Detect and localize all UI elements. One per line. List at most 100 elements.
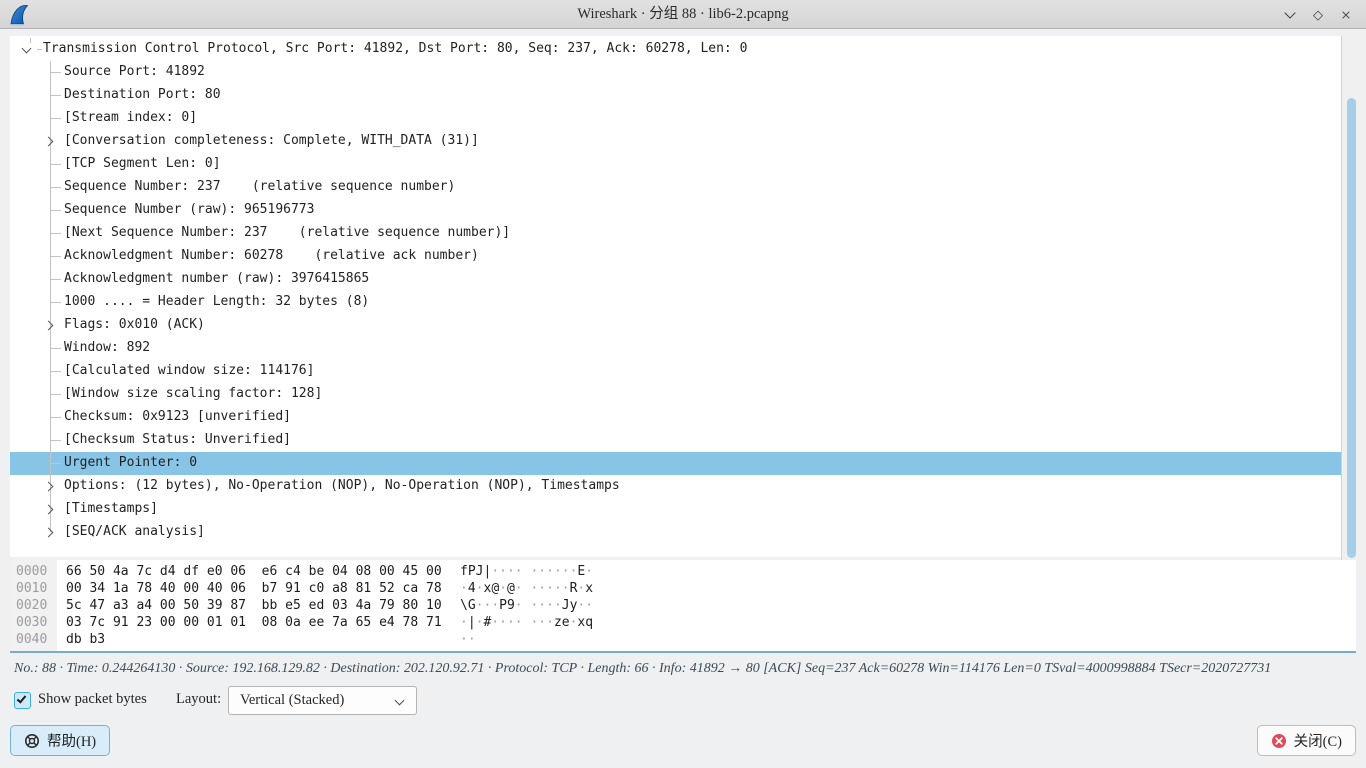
- hex-bytes: 66 50 4a 7c d4 df e0 06 e6 c4 be 04 08 0…: [66, 564, 442, 579]
- tree-row[interactable]: Acknowledgment number (raw): 3976415865: [10, 268, 1341, 291]
- tree-row-label: Destination Port: 80: [64, 87, 221, 102]
- close-button-label: 关闭(C): [1294, 730, 1342, 751]
- tree-row-label: Window: 892: [64, 340, 150, 355]
- hex-row[interactable]: 0030 03 7c 91 23 00 00 01 01 08 0a ee 7a …: [10, 615, 1356, 632]
- tree-guide-line: [50, 394, 61, 395]
- tree-row[interactable]: Acknowledgment Number: 60278 (relative a…: [10, 245, 1341, 268]
- tree-row-label: Sequence Number: 237 (relative sequence …: [64, 179, 455, 194]
- tree-row-label: Options: (12 bytes), No-Operation (NOP),…: [64, 478, 620, 493]
- tree-row-label: [Stream index: 0]: [64, 110, 197, 125]
- tree-guide-line: [50, 440, 61, 441]
- tree-row[interactable]: 1000 .... = Header Length: 32 bytes (8): [10, 291, 1341, 314]
- close-circle-icon: [1271, 733, 1287, 749]
- tree-guide-line: [50, 164, 61, 165]
- tree-row[interactable]: Flags: 0x010 (ACK): [10, 314, 1341, 337]
- tree-guide-line: [50, 118, 61, 119]
- hex-row[interactable]: 0040db b3··: [10, 632, 1356, 649]
- tree-row-label: [Calculated window size: 114176]: [64, 363, 314, 378]
- hex-offset: 0030: [16, 615, 47, 630]
- tree-row[interactable]: Window: 892: [10, 337, 1341, 360]
- tree-row-label: [Checksum Status: Unverified]: [64, 432, 291, 447]
- show-packet-bytes-checkbox[interactable]: [14, 692, 31, 709]
- help-button[interactable]: 帮助(H): [10, 725, 110, 756]
- tree-guide-line: [50, 256, 61, 257]
- hex-offset: 0000: [16, 564, 47, 579]
- tree-row-label: Checksum: 0x9123 [unverified]: [64, 409, 291, 424]
- hex-row[interactable]: 0000 66 50 4a 7c d4 df e0 06 e6 c4 be 04 …: [10, 564, 1356, 581]
- tree-row[interactable]: [Stream index: 0]: [10, 107, 1341, 130]
- hex-row[interactable]: 0010 00 34 1a 78 40 00 40 06 b7 91 c0 a8 …: [10, 581, 1356, 598]
- checkmark-icon: [17, 693, 27, 703]
- tree-row[interactable]: Sequence Number (raw): 965196773: [10, 199, 1341, 222]
- layout-select[interactable]: Vertical (Stacked): [228, 686, 417, 715]
- hex-offset: 0020: [16, 598, 47, 613]
- tree-guide-line: [50, 417, 61, 418]
- tree-row-label: Source Port: 41892: [64, 64, 205, 79]
- tree-row-label: [Next Sequence Number: 237 (relative seq…: [64, 225, 510, 240]
- scrollbar[interactable]: [1341, 36, 1366, 570]
- expander-closed-icon[interactable]: [44, 482, 54, 492]
- packet-dialog-window: Wireshark · 分组 88 · lib6-2.pcapng ◇ × Tr…: [0, 0, 1366, 768]
- tree-guide-line: [50, 348, 61, 349]
- tree-row[interactable]: Source Port: 41892: [10, 61, 1341, 84]
- tree-row[interactable]: Urgent Pointer: 0: [10, 452, 1341, 475]
- packet-detail-tree: Transmission Control Protocol, Src Port:…: [10, 36, 1341, 557]
- tree-guide-line: [50, 187, 61, 188]
- hex-bytes: 03 7c 91 23 00 00 01 01 08 0a ee 7a 65 e…: [66, 615, 442, 630]
- chevron-down-icon: [1284, 7, 1295, 18]
- tree-row[interactable]: [Window size scaling factor: 128]: [10, 383, 1341, 406]
- expander-closed-icon[interactable]: [44, 505, 54, 515]
- layout-label: Layout:: [176, 691, 221, 708]
- hex-offset: 0010: [16, 581, 47, 596]
- tree-row-label: Flags: 0x010 (ACK): [64, 317, 205, 332]
- expander-closed-icon[interactable]: [44, 137, 54, 147]
- tree-row[interactable]: [Timestamps]: [10, 498, 1341, 521]
- tree-row[interactable]: Transmission Control Protocol, Src Port:…: [10, 38, 1341, 61]
- tree-guide-line: [50, 302, 61, 303]
- tree-guide-line: [50, 95, 61, 96]
- help-button-label: 帮助(H): [47, 730, 96, 751]
- tree-row[interactable]: [Calculated window size: 114176]: [10, 360, 1341, 383]
- tree-guide-line: [30, 38, 31, 43]
- hex-ascii: ·|·#···· ···ze·xq: [460, 615, 593, 630]
- expander-open-icon[interactable]: [22, 44, 32, 54]
- tree-row[interactable]: [Conversation completeness: Complete, WI…: [10, 130, 1341, 153]
- hex-ascii: ·4·x@·@· ·····R·x: [460, 581, 593, 596]
- tree-row[interactable]: Destination Port: 80: [10, 84, 1341, 107]
- tree-row[interactable]: [SEQ/ACK analysis]: [10, 521, 1341, 544]
- tree-row-label: Transmission Control Protocol, Src Port:…: [43, 41, 747, 56]
- minimize-button[interactable]: [1280, 4, 1300, 26]
- hex-bytes: db b3: [66, 632, 105, 647]
- tree-row[interactable]: Checksum: 0x9123 [unverified]: [10, 406, 1341, 429]
- hex-ascii: fPJ|···· ······E·: [460, 564, 593, 579]
- expander-closed-icon[interactable]: [44, 528, 54, 538]
- tree-row-label: Acknowledgment Number: 60278 (relative a…: [64, 248, 479, 263]
- scrollbar-thumb[interactable]: [1347, 98, 1356, 558]
- tree-guide-line: [50, 371, 61, 372]
- tree-guide-line: [37, 49, 42, 50]
- hex-bytes: 5c 47 a3 a4 00 50 39 87 bb e5 ed 03 4a 7…: [66, 598, 442, 613]
- expander-closed-icon[interactable]: [44, 321, 54, 331]
- hex-bytes: 00 34 1a 78 40 00 40 06 b7 91 c0 a8 81 5…: [66, 581, 442, 596]
- tree-row-label: 1000 .... = Header Length: 32 bytes (8): [64, 294, 369, 309]
- tree-row[interactable]: [Checksum Status: Unverified]: [10, 429, 1341, 452]
- tree-row[interactable]: Options: (12 bytes), No-Operation (NOP),…: [10, 475, 1341, 498]
- tree-row-label: [Conversation completeness: Complete, WI…: [64, 133, 479, 148]
- tree-row-label: Urgent Pointer: 0: [64, 455, 197, 470]
- maximize-icon: ◇: [1313, 7, 1323, 23]
- tree-guide-line: [50, 463, 61, 464]
- tree-row[interactable]: [Next Sequence Number: 237 (relative seq…: [10, 222, 1341, 245]
- close-dialog-button[interactable]: 关闭(C): [1257, 725, 1356, 756]
- tree-guide-line: [50, 233, 61, 234]
- close-window-button[interactable]: ×: [1336, 4, 1356, 26]
- tree-row[interactable]: Sequence Number: 237 (relative sequence …: [10, 176, 1341, 199]
- hex-ascii: ··: [460, 632, 476, 647]
- tree-guide-line: [50, 72, 61, 73]
- layout-select-value: Vertical (Stacked): [240, 692, 344, 709]
- maximize-button[interactable]: ◇: [1308, 4, 1328, 26]
- hex-row[interactable]: 0020 5c 47 a3 a4 00 50 39 87 bb e5 ed 03 …: [10, 598, 1356, 615]
- titlebar[interactable]: Wireshark · 分组 88 · lib6-2.pcapng ◇ ×: [0, 0, 1366, 29]
- hex-rows: 0000 66 50 4a 7c d4 df e0 06 e6 c4 be 04 …: [10, 564, 1356, 649]
- tree-row-label: Sequence Number (raw): 965196773: [64, 202, 314, 217]
- tree-row[interactable]: [TCP Segment Len: 0]: [10, 153, 1341, 176]
